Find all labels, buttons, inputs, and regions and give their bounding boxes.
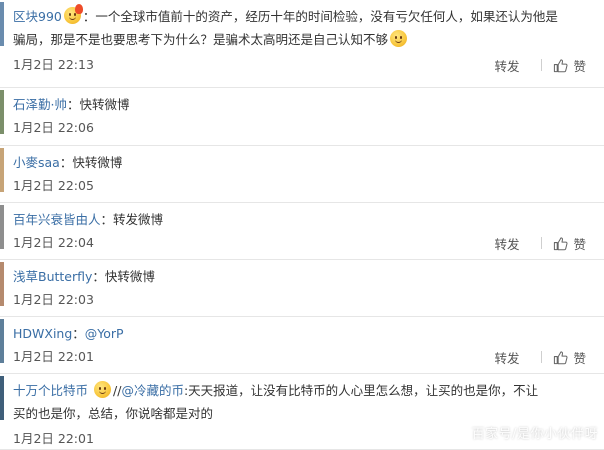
drool-face-emoji xyxy=(94,381,111,398)
forward-button[interactable]: 转发 xyxy=(494,56,519,75)
comment-text: 浅草Butterfly：快转微博 xyxy=(13,266,594,288)
comment-actions: 转发 赞 xyxy=(494,56,586,74)
fire-face-emoji xyxy=(63,4,83,24)
mention-link[interactable]: @冷藏的币 xyxy=(121,383,184,398)
avatar[interactable] xyxy=(0,2,4,46)
comment-text: 区块990 ：一个全球市值前十的资产，经历十年的时间检验，没有亏欠任何人，如果还认… xyxy=(13,4,594,28)
comment-text: 十万个比特币 //@冷藏的币:天天报道，让没有比特币的人心里怎么想，让买的也是你… xyxy=(13,380,594,402)
thumbs-up-icon xyxy=(553,58,569,73)
comment-body: 骗局，那是不是也要思考下为什么？是骗术太高明还是自己认知不够 xyxy=(13,32,389,47)
like-label: 赞 xyxy=(573,350,586,366)
mention-link[interactable]: @YorP xyxy=(85,326,124,341)
divider xyxy=(541,59,543,71)
comment-actions: 转发 赞 xyxy=(494,234,586,252)
avatar[interactable] xyxy=(0,262,4,306)
like-button[interactable]: 赞 xyxy=(553,56,586,75)
user-name-link[interactable]: 十万个比特币 xyxy=(13,383,88,398)
comment-row: 区块990 ：一个全球市值前十的资产，经历十年的时间检验，没有亏欠任何人，如果还认… xyxy=(0,0,604,88)
user-name-link[interactable]: 浅草Butterfly xyxy=(13,269,92,284)
comment-row: 浅草Butterfly：快转微博 1月2日 22:03 xyxy=(0,260,604,317)
timestamp: 1月2日 22:13 xyxy=(13,57,94,72)
comment-body: :天天报道，让没有比特币的人心里怎么想，让买的也是你，不让 xyxy=(183,383,539,398)
comment-body: ：转发微博 xyxy=(100,212,164,227)
like-button[interactable]: 赞 xyxy=(553,348,586,367)
divider xyxy=(541,351,543,363)
user-name-link[interactable]: 小麥saa xyxy=(13,155,60,170)
smile-emoji xyxy=(390,30,408,47)
comment-text: 百年兴衰皆由人：转发微博 xyxy=(13,209,594,231)
comment-text: 石泽勤·帅：快转微博 xyxy=(13,94,594,116)
like-label: 赞 xyxy=(573,236,586,252)
comment-actions: 转发 赞 xyxy=(494,348,586,366)
timestamp: 1月2日 22:01 xyxy=(13,431,94,446)
like-label: 赞 xyxy=(573,58,586,74)
avatar[interactable] xyxy=(0,205,4,249)
user-name-link[interactable]: 石泽勤·帅 xyxy=(13,97,67,112)
avatar[interactable] xyxy=(0,319,4,363)
comment-body: ：快转微博 xyxy=(66,97,130,112)
comment-text-continued: 买的也是你，总结，你说啥都是对的 xyxy=(13,403,594,425)
avatar[interactable] xyxy=(0,148,4,192)
timestamp: 1月2日 22:06 xyxy=(13,120,94,135)
divider xyxy=(541,237,543,249)
watermark: 百家号/是你小伙伴呀 xyxy=(471,427,598,442)
user-name-link[interactable]: 区块990 xyxy=(13,9,62,24)
avatar[interactable] xyxy=(0,376,4,420)
user-name-link[interactable]: 百年兴衰皆由人 xyxy=(13,212,101,227)
comment-text: 小麥saa：快转微博 xyxy=(13,152,594,174)
comment-row: 小麥saa：快转微博 1月2日 22:05 xyxy=(0,146,604,203)
comment-row: HDWXing：@YorP 1月2日 22:01 转发 赞 xyxy=(0,317,604,374)
comment-row: 百年兴衰皆由人：转发微博 1月2日 22:04 转发 赞 xyxy=(0,203,604,260)
timestamp: 1月2日 22:04 xyxy=(13,235,94,250)
comment-body: ：一个全球市值前十的资产，经历十年的时间检验，没有亏欠任何人，如果还认为他是 xyxy=(82,9,558,24)
thumbs-up-icon xyxy=(553,236,569,251)
comment-body: ：快转微博 xyxy=(92,269,155,284)
like-button[interactable]: 赞 xyxy=(553,234,586,253)
timestamp: 1月2日 22:05 xyxy=(13,178,94,193)
thumbs-up-icon xyxy=(553,350,569,365)
timestamp: 1月2日 22:03 xyxy=(13,292,94,307)
comment-text: HDWXing：@YorP xyxy=(13,323,594,345)
comment-body: ：快转微博 xyxy=(59,155,123,170)
comment-body: ： xyxy=(72,326,85,341)
comment-text-continued: 骗局，那是不是也要思考下为什么？是骗术太高明还是自己认知不够 xyxy=(13,29,594,51)
timestamp: 1月2日 22:01 xyxy=(13,349,94,364)
forward-button[interactable]: 转发 xyxy=(494,234,519,253)
user-name-link[interactable]: HDWXing xyxy=(13,326,72,341)
comment-row: 石泽勤·帅：快转微博 1月2日 22:06 xyxy=(0,88,604,146)
forward-button[interactable]: 转发 xyxy=(494,348,519,367)
avatar[interactable] xyxy=(0,90,4,134)
comment-body: 买的也是你，总结，你说啥都是对的 xyxy=(13,406,214,421)
